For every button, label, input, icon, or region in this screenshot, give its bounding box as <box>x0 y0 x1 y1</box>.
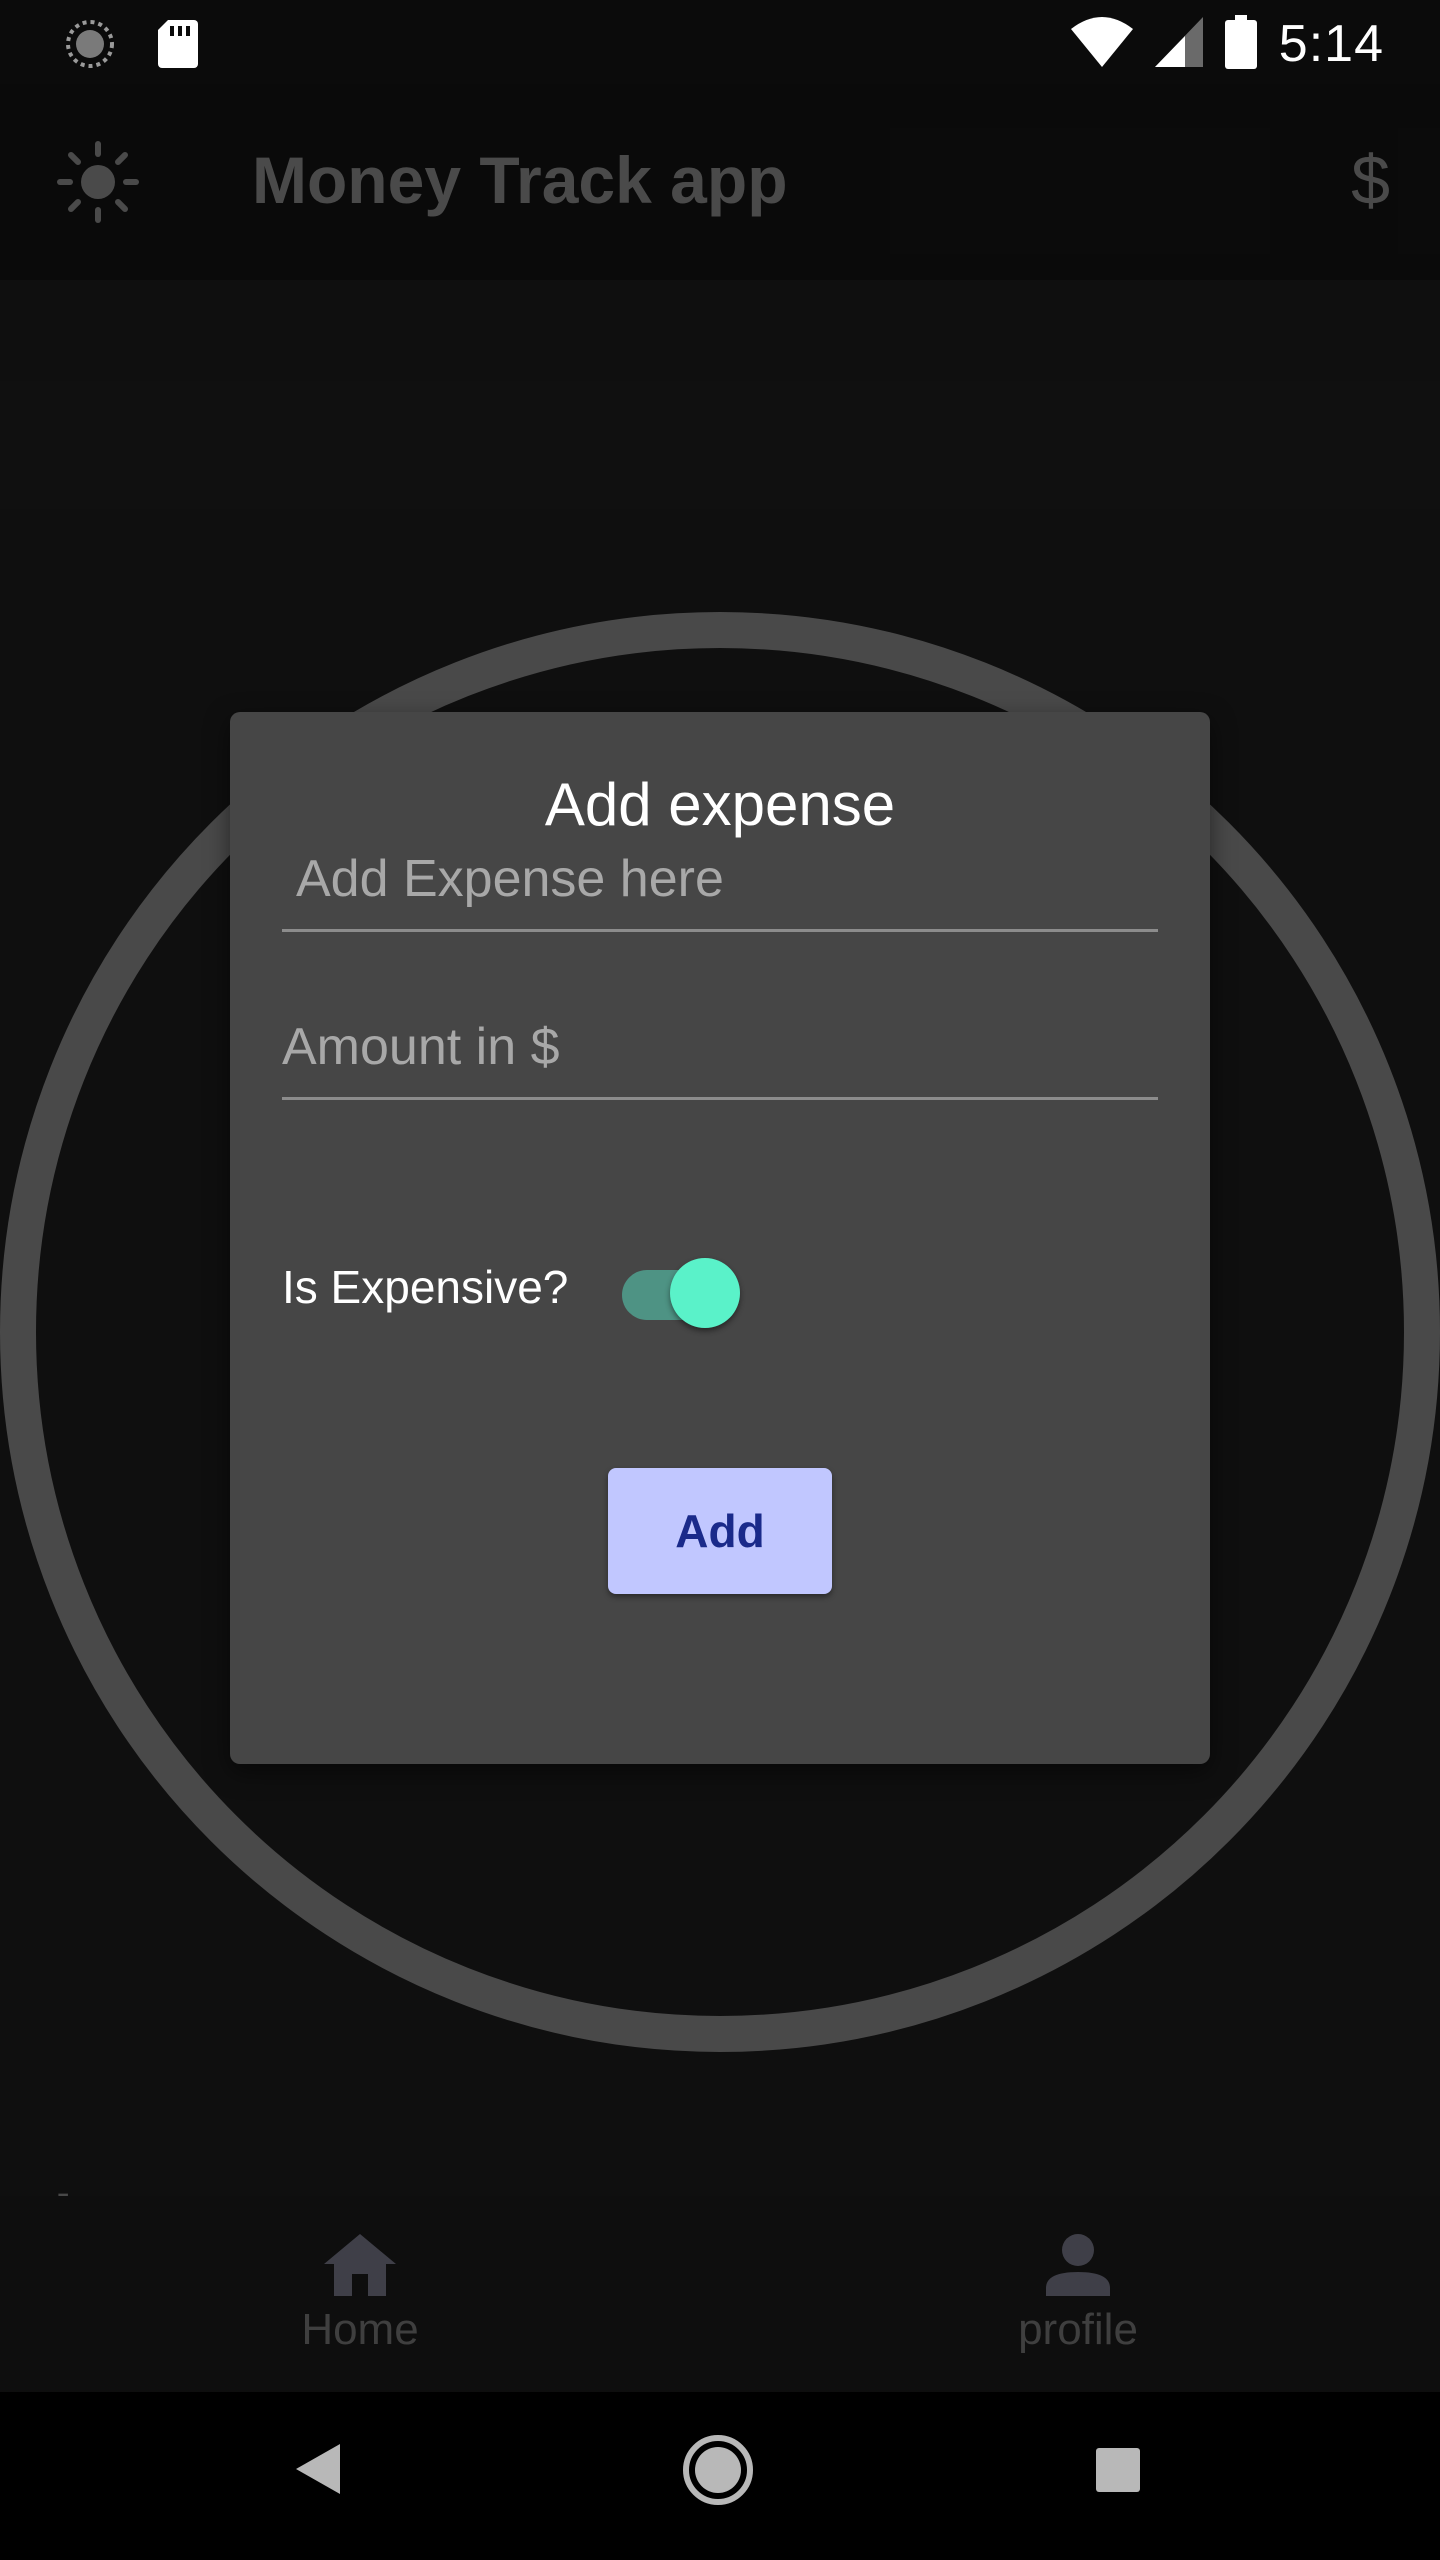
expensive-toggle-row: Is Expensive? <box>282 1252 744 1328</box>
switch-thumb <box>670 1258 741 1328</box>
wifi-icon <box>1070 16 1133 72</box>
app-bar: Money Track app $ <box>0 84 1440 280</box>
battery-icon <box>1224 14 1257 74</box>
sun-icon[interactable] <box>56 140 140 229</box>
currency-button[interactable]: $ <box>1351 140 1390 220</box>
system-navigation-bar <box>0 2392 1440 2560</box>
nav-profile[interactable]: profile <box>928 2196 1228 2392</box>
sd-card-icon <box>158 20 198 73</box>
person-icon <box>1046 2233 1110 2301</box>
home-circle-icon[interactable] <box>682 2434 754 2511</box>
nav-home[interactable]: Home <box>210 2196 510 2392</box>
add-expense-dialog: Add expense Is Expensive? Add <box>230 712 1210 1764</box>
home-icon <box>324 2233 396 2301</box>
expensive-switch[interactable] <box>614 1252 744 1328</box>
signal-icon <box>1154 16 1203 72</box>
status-bar: 5:14 <box>0 0 1440 84</box>
loading-indicator-icon <box>64 18 116 75</box>
nav-profile-label: profile <box>1018 2304 1138 2354</box>
status-time: 5:14 <box>1278 15 1384 73</box>
nav-home-label: Home <box>301 2304 419 2354</box>
amount-input[interactable] <box>282 1017 1158 1077</box>
add-button[interactable]: Add <box>608 1468 832 1594</box>
amount-field <box>282 980 1158 1100</box>
app-title: Money Track app <box>252 143 788 217</box>
expense-field <box>282 812 1172 932</box>
recents-icon[interactable] <box>1096 2448 1140 2492</box>
bottom-navigation: Home profile <box>0 2196 1440 2392</box>
expense-input[interactable] <box>296 849 1172 909</box>
expensive-toggle-label: Is Expensive? <box>282 1261 569 1313</box>
back-icon[interactable] <box>296 2444 340 2499</box>
